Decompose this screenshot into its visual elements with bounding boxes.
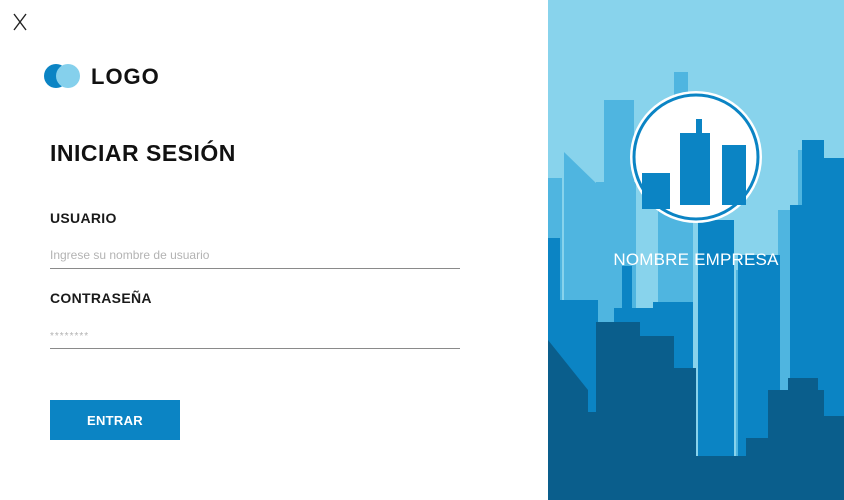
close-icon [13, 13, 27, 31]
close-button[interactable] [10, 9, 32, 33]
username-input[interactable] [50, 242, 460, 269]
submit-button[interactable]: ENTRAR [50, 400, 180, 440]
username-label: USUARIO [50, 210, 117, 226]
password-input[interactable] [50, 322, 460, 349]
city-skyline-icon [630, 91, 762, 223]
logo-icon [44, 62, 82, 92]
password-label: CONTRASEÑA [50, 290, 152, 306]
company-name: NOMBRE EMPRESA [613, 250, 779, 269]
logo-text: LOGO [91, 64, 160, 89]
brand-logo: LOGO [44, 62, 160, 92]
hero-panel: NOMBRE EMPRESA [548, 0, 844, 500]
login-window: LOGO INICIAR SESIÓN USUARIO CONTRASEÑA E… [0, 0, 844, 500]
page-title: INICIAR SESIÓN [50, 140, 236, 166]
